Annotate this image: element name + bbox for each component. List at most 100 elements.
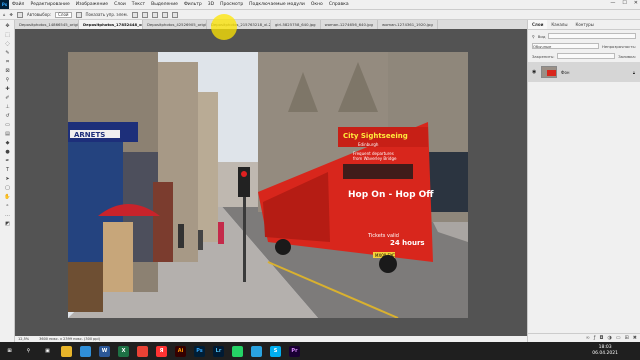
color-swatches-icon[interactable]: ◩	[3, 220, 12, 227]
tab-document-6[interactable]: woman-1274656_640.jpg	[321, 20, 378, 29]
autoselect-checkbox[interactable]	[16, 11, 23, 18]
menu-item-window[interactable]: Окно	[311, 2, 323, 7]
gradient-icon[interactable]: ▤	[3, 130, 12, 137]
folder-icon[interactable]: ▭	[616, 335, 621, 341]
brush-icon[interactable]: ✐	[3, 94, 12, 101]
adjustment-icon[interactable]: ◑	[607, 335, 611, 341]
filter-label: Вид	[537, 33, 546, 39]
tab-document-2[interactable]: Depositphotos_17852448_original.jpg @ 12…	[79, 20, 143, 29]
distribute-icon[interactable]	[161, 11, 168, 18]
align-right-icon[interactable]	[151, 11, 158, 18]
excel-icon[interactable]: X	[118, 345, 129, 357]
menu-item-file[interactable]: Файл	[12, 2, 24, 7]
dodge-icon[interactable]: ●	[3, 148, 12, 155]
minimize-icon[interactable]: —	[610, 0, 615, 6]
stamp-icon[interactable]: ⊥	[3, 103, 12, 110]
lasso-icon[interactable]: ◌	[3, 40, 12, 47]
marquee-icon[interactable]: ⬚	[3, 31, 12, 38]
visibility-eye-icon[interactable]: ◉	[532, 69, 537, 75]
new-layer-icon[interactable]: ⊞	[625, 335, 629, 341]
quick-select-icon[interactable]: ✎	[3, 49, 12, 56]
task-view-icon[interactable]: ▣	[42, 346, 53, 357]
tab-document-1[interactable]: Depositphotos_14866545_original.jpg	[15, 20, 79, 29]
lock-options[interactable]	[557, 53, 616, 59]
show-transform-checkbox[interactable]	[75, 11, 82, 18]
yandex-icon[interactable]: Я	[156, 345, 167, 357]
taskbar-clock[interactable]: 18:03 06.04.2021	[592, 345, 618, 357]
shape-icon[interactable]: ▢	[3, 184, 12, 191]
hand-icon[interactable]: ✋	[3, 193, 12, 200]
photoshop-logo-icon[interactable]: Ps	[0, 0, 9, 9]
show-transform-label: Показать упр. элем.	[85, 12, 128, 17]
menu-item-edit[interactable]: Редактирование	[30, 2, 69, 7]
tab-document-7[interactable]: woman-1274361_1920.jpg	[378, 20, 438, 29]
file-explorer-icon[interactable]	[61, 345, 72, 357]
blur-icon[interactable]: ◆	[3, 139, 12, 146]
document-tabs: Depositphotos_14866545_original.jpg Depo…	[15, 20, 527, 29]
crop-icon[interactable]: ⌗	[3, 58, 12, 65]
menu-item-image[interactable]: Изображение	[76, 2, 108, 7]
skype-icon[interactable]: S	[270, 345, 281, 357]
pen-icon[interactable]: ✒	[3, 157, 12, 164]
zoom-level[interactable]: 12,5%	[18, 337, 29, 341]
tab-document-5[interactable]: girl-5825758_640.jpg	[271, 20, 321, 29]
telegram-icon[interactable]	[251, 345, 262, 357]
menu-item-select[interactable]: Выделение	[151, 2, 178, 7]
layer-name[interactable]: Фон	[561, 70, 570, 75]
home-icon[interactable]: ⌂	[3, 12, 6, 17]
align-center-icon[interactable]	[141, 11, 148, 18]
more-options-icon[interactable]	[171, 11, 178, 18]
premiere-icon[interactable]: Pr	[289, 345, 300, 357]
path-select-icon[interactable]: ➤	[3, 175, 12, 182]
canvas-area[interactable]: ARNETS City Sightseeing Edinburgh Freque…	[15, 29, 527, 342]
cursor-highlight	[211, 14, 237, 40]
mask-icon[interactable]: ◘	[600, 335, 604, 341]
align-left-icon[interactable]	[131, 11, 138, 18]
move-tool-icon[interactable]: ✥	[10, 12, 13, 17]
zoom-icon[interactable]: ⚬	[3, 202, 12, 209]
menu-item-text[interactable]: Текст	[132, 2, 145, 7]
trash-icon[interactable]: ✖	[633, 335, 637, 341]
menu-item-plugins[interactable]: Подключаемые модули	[249, 2, 305, 7]
link-icon[interactable]: ∞	[586, 335, 590, 341]
bus-hop-on: Hop On - Hop Off	[348, 190, 434, 200]
illustrator-icon[interactable]: Ai	[175, 345, 186, 357]
tab-channels[interactable]: Каналы	[547, 20, 571, 29]
menu-item-view[interactable]: Просмотр	[220, 2, 243, 7]
document-photo[interactable]: ARNETS City Sightseeing Edinburgh Freque…	[68, 52, 468, 318]
windows-start-icon[interactable]: ⊞	[4, 346, 15, 357]
close-icon[interactable]: ✕	[634, 0, 638, 6]
move-icon[interactable]: ✥	[3, 22, 12, 29]
history-brush-icon[interactable]: ↺	[3, 112, 12, 119]
more-tools-icon[interactable]: …	[3, 211, 12, 218]
layer-row-background[interactable]: ◉ Фон 🔒︎	[528, 62, 640, 82]
lock-icon: 🔒︎	[632, 69, 635, 75]
menu-item-3d[interactable]: 3D	[208, 2, 214, 7]
eyedropper-icon[interactable]: ⚲	[3, 76, 12, 83]
tab-paths[interactable]: Контуры	[572, 20, 598, 29]
menu-item-layers[interactable]: Слои	[114, 2, 126, 7]
chrome-icon[interactable]	[137, 345, 148, 357]
maximize-icon[interactable]: ☐	[622, 0, 626, 6]
tab-document-3[interactable]: Depositphotos_42526905_original.jpg	[143, 20, 207, 29]
whatsapp-icon[interactable]	[232, 345, 243, 357]
blend-mode-dropdown[interactable]: Обычные	[532, 43, 599, 49]
bus-tag-2: from Waverley Bridge	[353, 156, 397, 161]
lightroom-icon[interactable]: Lr	[213, 345, 224, 357]
layer-filter-row: ⚲ Вид	[532, 32, 636, 40]
eraser-icon[interactable]: ▭	[3, 121, 12, 128]
search-icon[interactable]: ⚲	[23, 346, 34, 357]
photoshop-taskbar-icon[interactable]: Ps	[194, 345, 205, 357]
frame-icon[interactable]: ⊠	[3, 67, 12, 74]
autoselect-dropdown[interactable]: Слой	[55, 11, 72, 18]
bus-sign-subtitle: Edinburgh	[358, 142, 379, 147]
fx-icon[interactable]: ƒ	[594, 335, 596, 341]
edge-icon[interactable]	[80, 345, 91, 357]
word-icon[interactable]: W	[99, 345, 110, 357]
layer-filter-dropdown[interactable]	[548, 33, 636, 39]
type-icon[interactable]: T	[3, 166, 12, 173]
tab-layers[interactable]: Слои	[528, 20, 548, 29]
menu-item-help[interactable]: Справка	[329, 2, 349, 7]
healing-brush-icon[interactable]: ✚	[3, 85, 12, 92]
menu-item-filter[interactable]: Фильтр	[184, 2, 202, 7]
